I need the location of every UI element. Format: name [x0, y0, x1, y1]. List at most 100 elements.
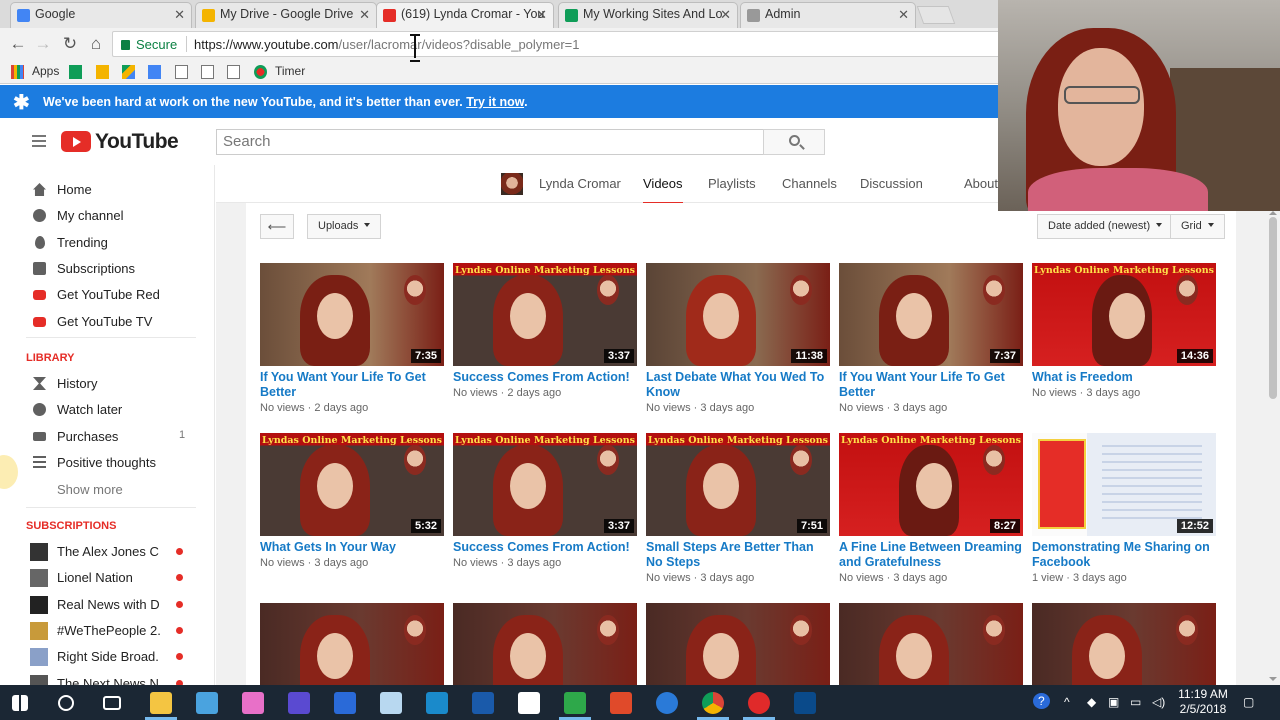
browser-tab[interactable]: Admin ✕ — [740, 2, 916, 28]
menu-icon[interactable] — [32, 135, 46, 150]
notepad-icon[interactable] — [380, 692, 402, 714]
video-thumbnail[interactable]: Lyndas Online Marketing Lessons 7:51 — [646, 433, 830, 536]
app-icon[interactable] — [426, 692, 448, 714]
video-thumbnail[interactable]: 7:35 — [260, 263, 444, 366]
docs-icon[interactable] — [148, 65, 161, 79]
try-it-now-link[interactable]: Try it now — [466, 95, 524, 109]
subscription-item[interactable]: Real News with D... — [0, 592, 214, 618]
video-title[interactable]: What is Freedom — [1032, 370, 1216, 385]
notifications-icon[interactable]: ▢ — [1243, 695, 1254, 709]
network-icon[interactable]: ▣ — [1108, 695, 1119, 709]
uploads-dropdown[interactable]: Uploads — [307, 214, 382, 239]
battery-icon[interactable]: ▭ — [1130, 695, 1141, 709]
channel-tab-playlists[interactable]: Playlists — [708, 176, 756, 191]
sidebar-item-trending[interactable]: Trending — [0, 230, 214, 256]
sidebar-item-subscriptions[interactable]: Subscriptions — [0, 256, 214, 282]
app-icon[interactable] — [334, 692, 356, 714]
chevron-up-icon[interactable]: ^ — [1064, 695, 1070, 709]
channel-tab-about[interactable]: About — [964, 176, 998, 191]
video-thumbnail[interactable]: Lyndas Online Marketing Lessons 3:37 — [453, 263, 637, 366]
sheets-icon[interactable] — [69, 65, 82, 79]
video-title[interactable]: Success Comes From Action! — [453, 540, 637, 555]
obs-icon[interactable] — [288, 692, 310, 714]
view-dropdown[interactable]: Grid — [1170, 214, 1225, 239]
address-bar[interactable]: Secure https://www.youtube.com/user/lacr… — [112, 31, 1002, 57]
file-explorer-icon[interactable] — [150, 692, 172, 714]
subscription-item[interactable]: Lionel Nation — [0, 565, 214, 591]
video-title[interactable]: A Fine Line Between Dreaming and Gratefu… — [839, 540, 1023, 570]
video-title[interactable]: If You Want Your Life To Get Better — [260, 370, 444, 400]
bookmark-timer[interactable]: Timer — [275, 64, 305, 78]
browser-tab[interactable]: (619) Lynda Cromar - You ✕ — [376, 2, 554, 28]
chrome-icon[interactable] — [702, 692, 724, 714]
page-icon[interactable] — [227, 65, 240, 79]
app-icon[interactable] — [472, 692, 494, 714]
cortana-search-icon[interactable] — [58, 695, 74, 711]
sidebar-item-history[interactable]: History — [0, 371, 214, 397]
task-view-icon[interactable] — [103, 696, 121, 710]
system-clock[interactable]: 11:19 AM 2/5/2018 — [1178, 687, 1228, 717]
video-thumbnail[interactable]: 12:52 — [1032, 433, 1216, 536]
channel-avatar[interactable] — [501, 173, 523, 195]
page-icon[interactable] — [175, 65, 188, 79]
reload-icon[interactable]: ↻ — [60, 34, 80, 54]
calculator-icon[interactable] — [196, 692, 218, 714]
video-thumbnail[interactable]: 7:37 — [839, 263, 1023, 366]
dropbox-icon[interactable]: ◆ — [1087, 695, 1096, 709]
video-title[interactable]: Small Steps Are Better Than No Steps — [646, 540, 830, 570]
volume-icon[interactable]: ◁) — [1152, 695, 1165, 709]
forward-arrow-icon[interactable]: → — [33, 34, 53, 54]
video-title[interactable]: Demonstrating Me Sharing on Facebook — [1032, 540, 1216, 570]
url-text[interactable]: https://www.youtube.com/user/lacromar/vi… — [194, 37, 580, 52]
subscription-item[interactable]: #WeThePeople 2... — [0, 618, 214, 644]
secure-indicator[interactable]: Secure — [121, 37, 177, 52]
video-thumbnail[interactable]: Lyndas Online Marketing Lessons 14:36 — [1032, 263, 1216, 366]
new-tab-button[interactable] — [916, 6, 956, 24]
video-title[interactable]: What Gets In Your Way — [260, 540, 444, 555]
slides-icon[interactable] — [96, 65, 109, 79]
edge-icon[interactable] — [656, 692, 678, 714]
subscription-item[interactable]: Right Side Broad... — [0, 644, 214, 670]
subscriptions-heading[interactable]: SUBSCRIPTIONS — [26, 520, 116, 532]
video-title[interactable]: Last Debate What You Wed To Know — [646, 370, 830, 400]
search-input[interactable]: Search — [216, 129, 764, 155]
close-tab-icon[interactable]: ✕ — [536, 7, 547, 23]
document-icon[interactable] — [518, 692, 540, 714]
video-thumbnail[interactable]: Lyndas Online Marketing Lessons 3:37 — [453, 433, 637, 536]
subscription-item[interactable]: The Alex Jones C... — [0, 539, 214, 565]
library-heading[interactable]: LIBRARY — [26, 352, 74, 364]
youtube-logo-text[interactable]: YouTube — [95, 130, 179, 154]
opera-icon[interactable] — [748, 692, 770, 714]
sidebar-item-watch-later[interactable]: Watch later — [0, 397, 214, 423]
close-tab-icon[interactable]: ✕ — [898, 7, 909, 23]
windows-start-icon[interactable] — [12, 695, 28, 711]
snagit-icon[interactable] — [610, 692, 632, 714]
app-icon[interactable] — [794, 692, 816, 714]
video-thumbnail[interactable]: Lyndas Online Marketing Lessons 5:32 — [260, 433, 444, 536]
back-button[interactable]: ⟵ — [260, 214, 294, 239]
bookmark-apps[interactable]: Apps — [32, 64, 59, 78]
page-scrollbar[interactable] — [1266, 211, 1280, 685]
video-thumbnail[interactable]: 11:38 — [646, 263, 830, 366]
page-icon[interactable] — [201, 65, 214, 79]
search-button[interactable] — [763, 129, 825, 155]
sort-dropdown[interactable]: Date added (newest) — [1037, 214, 1174, 239]
subscription-item[interactable]: The Next News N... — [0, 671, 214, 685]
drive-icon[interactable] — [122, 65, 135, 79]
sidebar-item-my-channel[interactable]: My channel — [0, 203, 214, 229]
channel-tab-videos[interactable]: Videos — [643, 176, 683, 205]
channel-tab-discussion[interactable]: Discussion — [860, 176, 923, 191]
channel-tab-channels[interactable]: Channels — [782, 176, 837, 191]
video-thumbnail[interactable]: Lyndas Online Marketing Lessons 8:27 — [839, 433, 1023, 536]
paint-icon[interactable] — [242, 692, 264, 714]
back-arrow-icon[interactable]: ← — [8, 34, 28, 54]
home-icon[interactable]: ⌂ — [86, 34, 106, 54]
video-title[interactable]: Success Comes From Action! — [453, 370, 637, 385]
sidebar-item-purchases[interactable]: Purchases 1 — [0, 424, 214, 450]
close-tab-icon[interactable]: ✕ — [720, 7, 731, 23]
close-tab-icon[interactable]: ✕ — [174, 7, 185, 23]
sidebar-item-home[interactable]: Home — [0, 177, 214, 203]
browser-tab[interactable]: Google ✕ — [10, 2, 192, 28]
browser-tab[interactable]: My Working Sites And Lo ✕ — [558, 2, 738, 28]
browser-tab[interactable]: My Drive - Google Drive ✕ — [195, 2, 377, 28]
